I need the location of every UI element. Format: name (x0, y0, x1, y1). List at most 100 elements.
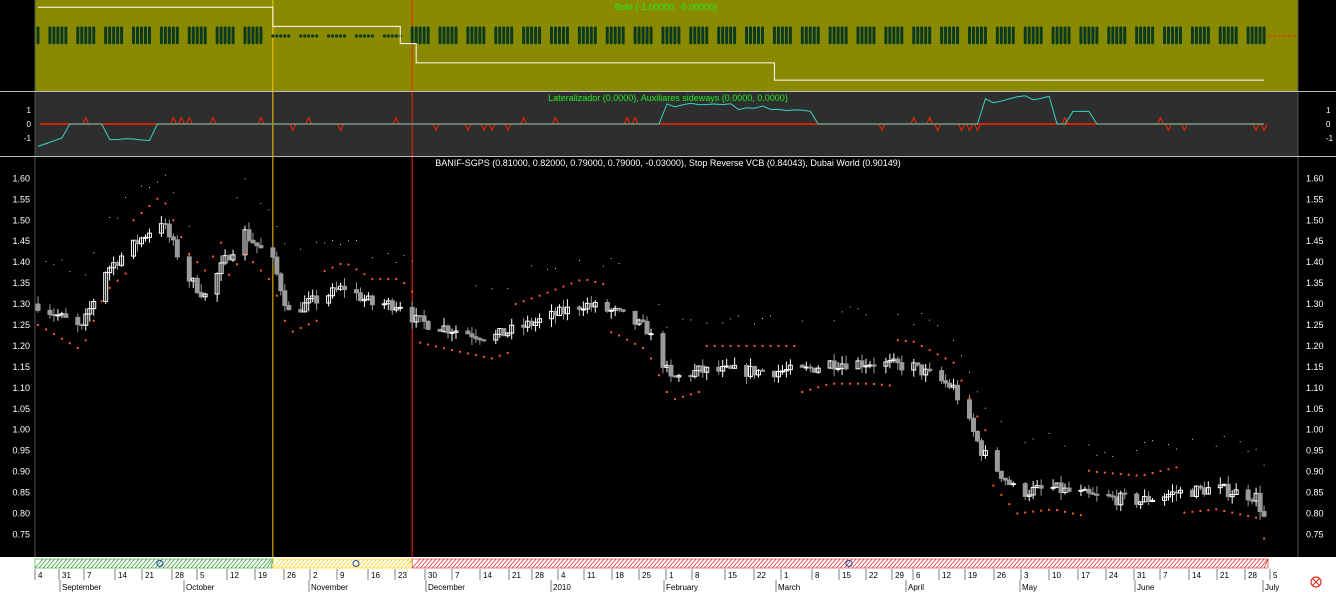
x-day-label: 12 (230, 571, 239, 580)
candle-body (1086, 488, 1092, 494)
bobi-bar (812, 26, 816, 45)
dubai-world-dot (284, 243, 286, 245)
stop-reverse-dot (665, 391, 668, 394)
bobi-bar (60, 26, 64, 45)
bobi-bar (860, 26, 864, 45)
bobi-bar (470, 26, 474, 45)
stop-reverse-dot (1191, 510, 1194, 513)
stop-reverse-dot (498, 354, 501, 357)
candle-body (1110, 495, 1116, 498)
bobi-bar (223, 26, 227, 45)
dubai-world-dot (340, 244, 342, 246)
bobi-bar (538, 26, 542, 45)
candle-body (1094, 493, 1100, 496)
candle-body (966, 399, 972, 419)
bobi-bar (975, 26, 979, 45)
stop-reverse-dot (427, 343, 430, 346)
dubai-world-dot (666, 326, 668, 328)
x-day-label: 15 (842, 571, 851, 580)
candle-body (998, 470, 1004, 479)
candle-body (1201, 487, 1207, 495)
candle-body (640, 319, 646, 322)
stop-reverse-dot (769, 344, 772, 347)
candle-body (1261, 511, 1267, 517)
candle-body (1197, 485, 1203, 489)
stop-reverse-dot (737, 344, 740, 347)
bobi-bar (1135, 26, 1139, 45)
candle-body (477, 338, 483, 341)
stop-reverse-dot (912, 340, 915, 343)
price-y-tick: 0.75 (12, 529, 30, 539)
bobi-bar (729, 26, 733, 45)
candle-body (417, 315, 423, 318)
candle-body (170, 236, 176, 241)
stop-reverse-dot (283, 319, 286, 322)
bobi-bar (450, 26, 454, 45)
price-y-tick: 1.20 (12, 341, 30, 351)
bobi-bar (510, 26, 514, 45)
price-y-tick: 1.10 (12, 383, 30, 393)
bobi-bar (116, 26, 120, 45)
bobi-bar (534, 26, 538, 45)
bobi-bar (669, 26, 673, 45)
dubai-world-dot (164, 174, 166, 176)
stop-reverse-dot (857, 382, 860, 385)
price-y-tick: 0.95 (12, 446, 30, 456)
bobi-bar (1111, 26, 1115, 45)
dubai-world-dot (968, 371, 970, 373)
bobi-bar (1198, 26, 1202, 45)
price-y-tick: 0.80 (12, 508, 30, 518)
bobi-bar (665, 26, 669, 45)
dubai-world-dot (172, 192, 174, 194)
dubai-world-dot (953, 339, 955, 341)
candle-body (1082, 488, 1088, 491)
lateral-y-tick: 1 (27, 106, 32, 115)
bobi-dot (271, 34, 275, 38)
bobi-bar (442, 26, 446, 45)
x-month-label: September (62, 583, 101, 592)
lateral-y-tick: 0 (27, 120, 32, 129)
price-y-tick-right: 1.45 (1306, 236, 1324, 246)
bobi-bar (1107, 26, 1111, 45)
candle-body (1050, 486, 1056, 489)
dubai-world-dot (841, 311, 843, 313)
bobi-bar (139, 26, 143, 45)
dubai-world-dot (1000, 420, 1002, 422)
bobi-bar (108, 26, 112, 45)
stop-reverse-dot (634, 342, 637, 345)
stop-reverse-dot (204, 269, 207, 272)
stop-reverse-dot (1032, 510, 1035, 513)
x-day-label: 11 (587, 571, 596, 580)
bobi-bar (956, 26, 960, 45)
x-day-label: 31 (1137, 571, 1146, 580)
stop-reverse-dot (1247, 515, 1250, 518)
stop-reverse-dot (490, 357, 493, 360)
bobi-y-tick: 0 (27, 32, 32, 41)
dubai-world-dot (602, 265, 604, 267)
dubai-world-dot (1263, 464, 1265, 466)
dubai-world-dot (316, 241, 318, 243)
bobi-bar (426, 26, 430, 45)
x-day-label: 10 (1052, 571, 1061, 580)
candle-body (700, 365, 706, 373)
candle-body (298, 309, 304, 313)
stop-reverse-dot (944, 357, 947, 360)
x-day-label: 3 (1024, 571, 1029, 580)
dubai-world-dot (1048, 432, 1050, 434)
bobi-bar (701, 26, 705, 45)
price-y-tick: 1.15 (12, 362, 30, 372)
candle-body (835, 367, 841, 370)
bobi-bar (884, 26, 888, 45)
bobi-bar (1091, 26, 1095, 45)
candle-body (867, 364, 873, 367)
x-month-label: July (1265, 583, 1279, 592)
bobi-bar (717, 26, 721, 45)
candle-body (63, 313, 69, 318)
stop-reverse-dot (968, 397, 971, 400)
bobi-dot (390, 34, 394, 38)
bobi-bar (187, 26, 191, 45)
stop-reverse-dot (809, 388, 812, 391)
bobi-dot (362, 34, 367, 38)
stop-reverse-dot (132, 219, 135, 222)
price-y-tick: 1.35 (12, 278, 30, 288)
